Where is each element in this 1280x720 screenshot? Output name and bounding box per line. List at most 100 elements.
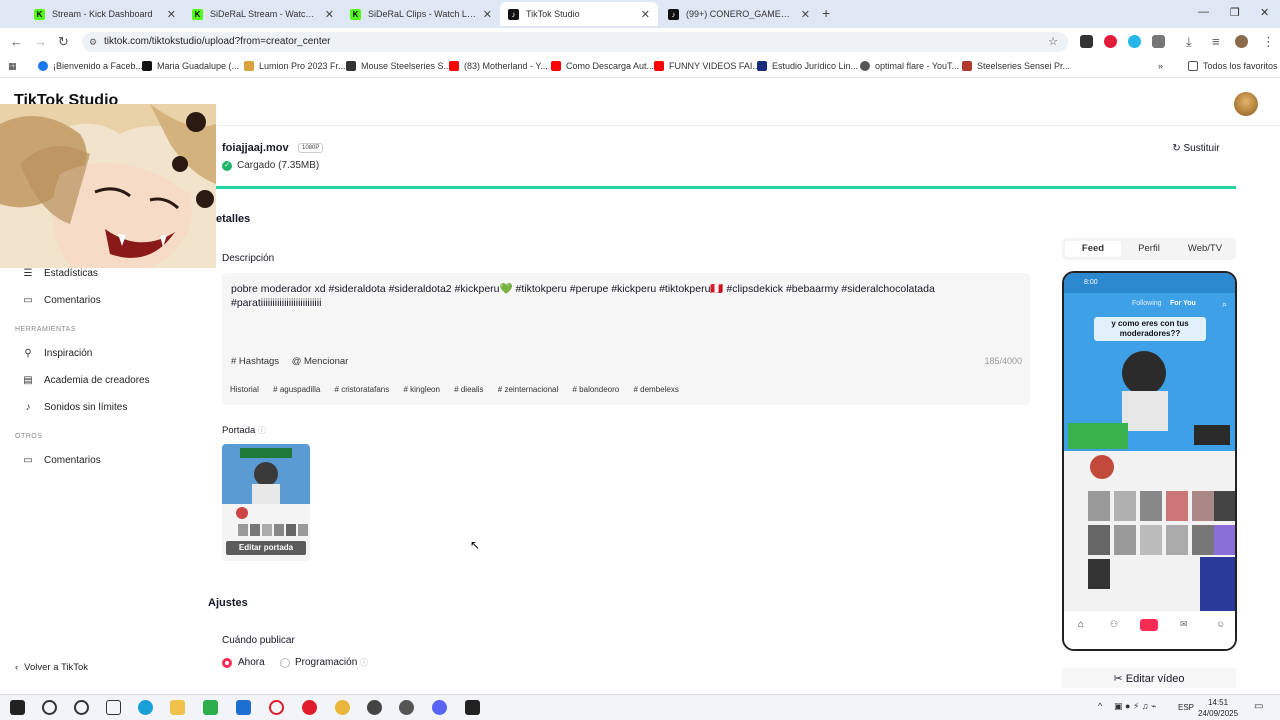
replace-button[interactable]: ↻ Sustituir: [1162, 138, 1230, 160]
sidebar-item-estadisticas[interactable]: ☰ Estadísticas: [22, 268, 98, 279]
suggested-hashtag[interactable]: # aguspadilla: [273, 385, 320, 394]
bookmark-item[interactable]: optimal flare - YouT...: [860, 61, 959, 71]
suggested-hashtag[interactable]: # diealis: [454, 385, 483, 394]
folder-icon: [1188, 61, 1198, 71]
star-icon[interactable]: ☆: [1048, 32, 1058, 52]
apps-grid-icon[interactable]: ▦: [8, 61, 17, 72]
publish-now-radio[interactable]: [222, 658, 232, 668]
extension-icon[interactable]: [1080, 35, 1093, 48]
bookmark-item[interactable]: Estudio Jurídico Lin...: [757, 61, 858, 71]
law-firm-icon: [757, 61, 767, 71]
cover-thumbnail[interactable]: Editar portada: [222, 444, 310, 561]
tab-perfil[interactable]: Perfil: [1121, 241, 1177, 257]
bookmark-item[interactable]: ¡Bienvenido a Faceb...: [38, 61, 143, 71]
all-bookmarks-folder[interactable]: Todos los favoritos: [1188, 61, 1278, 71]
tab-feed[interactable]: Feed: [1065, 241, 1121, 257]
notifications-icon[interactable]: ▭: [1254, 701, 1263, 712]
sidebar-item-academia[interactable]: ▤ Academia de creadores: [22, 375, 149, 386]
publish-now-label[interactable]: Ahora: [238, 657, 265, 668]
edit-cover-button[interactable]: Editar portada: [226, 541, 306, 555]
windows-start-icon[interactable]: [10, 700, 25, 715]
suggested-hashtag[interactable]: # kingleon: [403, 385, 439, 394]
extension-icon[interactable]: [1104, 35, 1117, 48]
description-editor[interactable]: pobre moderador xd #sideraldota #sideral…: [222, 273, 1030, 405]
profile-icon[interactable]: [1235, 35, 1248, 48]
mention-button[interactable]: @ Mencionar: [292, 356, 349, 367]
browser-tab-conero[interactable]: ♪ (99+) CONERO_GAMER (@cone ✕: [660, 2, 818, 26]
search-icon[interactable]: [42, 700, 57, 715]
bookmark-item[interactable]: Lumion Pro 2023 Fr...: [244, 61, 346, 71]
reading-list-icon[interactable]: ≡: [1212, 34, 1220, 49]
hashtags-button[interactable]: # Hashtags: [231, 356, 279, 367]
bookmark-item[interactable]: Mouse Steelseries S...: [346, 61, 451, 71]
extension-icon[interactable]: [1128, 35, 1141, 48]
new-tab-icon[interactable]: +: [822, 5, 830, 21]
youtube-icon: [654, 61, 664, 71]
mail-icon[interactable]: [236, 700, 251, 715]
bookmark-item[interactable]: Maria Guadalupe (...: [142, 61, 239, 71]
publish-schedule-label[interactable]: Programación ⓘ: [295, 657, 368, 668]
cortana-icon[interactable]: [74, 700, 89, 715]
bookmark-item[interactable]: Steelseries Sensei Pr...: [962, 61, 1070, 71]
suggested-hashtag[interactable]: # balondeoro: [573, 385, 620, 394]
close-icon[interactable]: ✕: [801, 8, 810, 21]
forward-arrow-icon[interactable]: →: [34, 34, 47, 49]
browser-tab-sideral-clips[interactable]: K SiDeRaL Clips - Watch Live on ✕: [342, 2, 500, 26]
bookmark-item[interactable]: Como Descarga Aut...: [551, 61, 654, 71]
close-icon[interactable]: ✕: [641, 8, 650, 21]
info-icon[interactable]: ⓘ: [258, 426, 266, 435]
suggested-hashtag[interactable]: # zeinternacional: [498, 385, 558, 394]
url-input[interactable]: ⚙ tiktok.com/tiktokstudio/upload?from=cr…: [82, 32, 1068, 52]
tab-web-tv[interactable]: Web/TV: [1177, 241, 1233, 257]
opera-icon[interactable]: [269, 700, 284, 715]
browser-tab-tiktok-studio[interactable]: ♪ TikTok Studio ✕: [500, 2, 658, 26]
back-to-tiktok-link[interactable]: ‹ Volver a TikTok: [15, 662, 88, 673]
description-text[interactable]: pobre moderador xd #sideraldota #sideral…: [231, 282, 1021, 310]
tray-chevron-icon[interactable]: ^: [1098, 701, 1102, 711]
task-view-icon[interactable]: [106, 700, 121, 715]
suggested-hashtag[interactable]: # dembelexs: [633, 385, 678, 394]
discord-icon[interactable]: [432, 700, 447, 715]
sidebar-item-inspiracion[interactable]: ⚲ Inspiración: [22, 348, 92, 359]
opera-gx-icon[interactable]: [302, 700, 317, 715]
restore-icon[interactable]: ❐: [1230, 6, 1240, 19]
browser-tab-kick-dashboard[interactable]: K Stream - Kick Dashboard ✕: [26, 2, 184, 26]
browser-tab-sideral-stream[interactable]: K SiDeRaL Stream - Watch Live o ✕: [184, 2, 342, 26]
sidebar-item-comentarios[interactable]: ▭ Comentarios: [22, 295, 100, 306]
file-explorer-icon[interactable]: [170, 700, 185, 715]
bookmark-item[interactable]: (83) Motherland - Y...: [449, 61, 548, 71]
tray-icons[interactable]: ▣ ● ⚡ ♫ ⌁: [1114, 701, 1156, 712]
suggested-hashtag[interactable]: # cristoratafans: [335, 385, 390, 394]
publish-schedule-radio[interactable]: [280, 658, 290, 668]
language-indicator[interactable]: ESP: [1178, 703, 1194, 712]
bookmarks-overflow-icon[interactable]: »: [1158, 61, 1163, 71]
minimize-icon[interactable]: —: [1198, 6, 1209, 18]
reload-icon[interactable]: ↻: [58, 34, 69, 50]
obs-icon[interactable]: [367, 700, 382, 715]
chrome-icon[interactable]: [335, 700, 350, 715]
facebook-icon: [38, 61, 48, 71]
site-settings-icon[interactable]: ⚙: [89, 32, 97, 52]
puzzle-icon[interactable]: [1152, 35, 1165, 48]
menu-kebab-icon[interactable]: ⋮: [1262, 34, 1275, 50]
close-window-icon[interactable]: ✕: [1260, 6, 1269, 19]
kick-icon: K: [34, 8, 45, 20]
clock[interactable]: 14:51 24/09/2025: [1198, 697, 1238, 719]
close-icon[interactable]: ✕: [167, 8, 176, 21]
avatar[interactable]: [1234, 92, 1258, 116]
store-icon[interactable]: [203, 700, 218, 715]
music-icon: ♪: [25, 402, 31, 413]
app-icon[interactable]: [399, 700, 414, 715]
bookmark-item[interactable]: FUNNY VIDEOS FAI...: [654, 61, 760, 71]
download-icon[interactable]: ⤓: [1186, 34, 1192, 50]
close-icon[interactable]: ✕: [483, 8, 492, 21]
edit-video-button[interactable]: ✂ Editar vídeo: [1062, 668, 1236, 688]
sidebar-item-sonidos[interactable]: ♪ Sonidos sin límites: [22, 402, 128, 413]
capcut-icon[interactable]: [465, 700, 480, 715]
info-icon[interactable]: ⓘ: [360, 658, 368, 667]
sidebar-item-comentarios-feedback[interactable]: ▭ Comentarios: [22, 455, 100, 466]
edge-icon[interactable]: [138, 700, 153, 715]
back-arrow-icon[interactable]: ←: [10, 34, 23, 49]
history-label[interactable]: Historial: [230, 385, 259, 394]
close-icon[interactable]: ✕: [325, 8, 334, 21]
